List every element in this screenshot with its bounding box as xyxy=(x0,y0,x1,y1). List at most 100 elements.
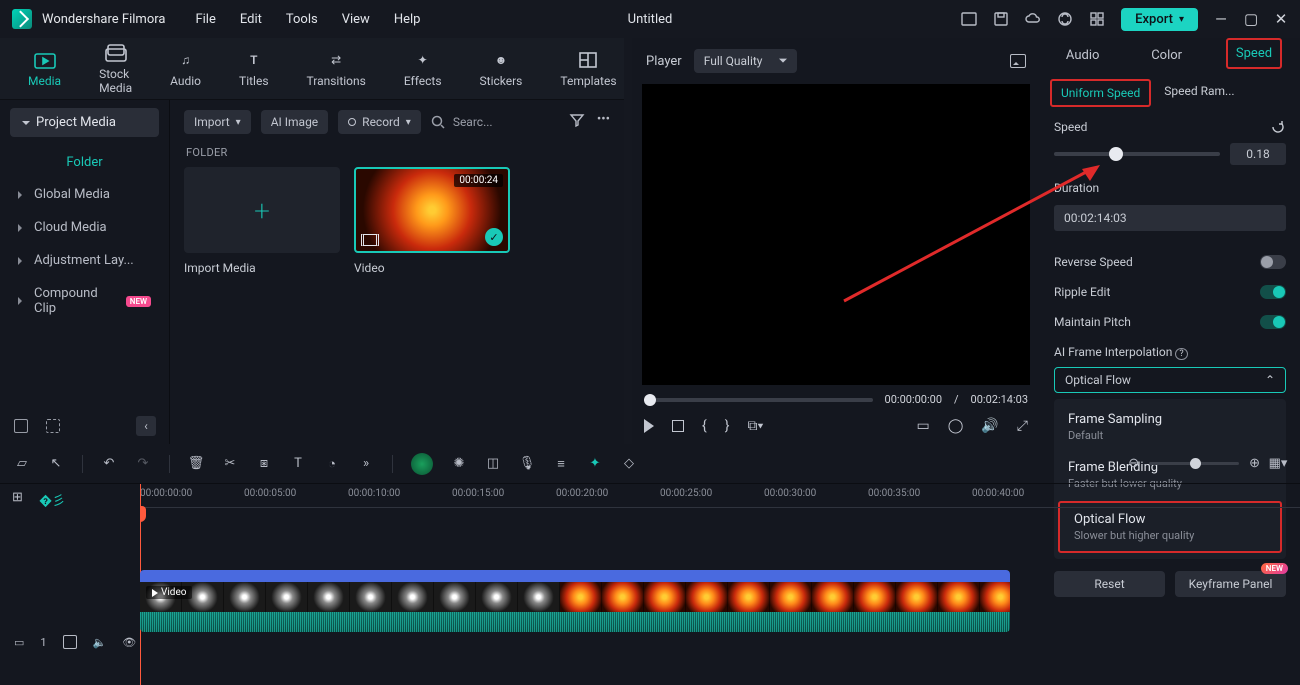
crop-tool-icon[interactable]: ⧆ xyxy=(256,456,272,472)
redo-icon[interactable]: ↷ xyxy=(135,456,151,472)
tab-media[interactable]: Media xyxy=(28,50,61,88)
marker-tool-icon[interactable]: ✦ xyxy=(587,456,603,472)
panel-tab-speed[interactable]: Speed xyxy=(1226,38,1282,69)
new-bin-icon[interactable] xyxy=(46,419,60,433)
sidebar-compound-clip[interactable]: Compound ClipNEW xyxy=(0,277,169,325)
collapse-sidebar[interactable]: ‹ xyxy=(136,416,156,436)
speed-ramp-tab[interactable]: Speed Ram... xyxy=(1155,79,1243,107)
menu-tools[interactable]: Tools xyxy=(286,12,318,27)
pitch-toggle[interactable] xyxy=(1260,315,1286,329)
menu-file[interactable]: File xyxy=(195,12,215,27)
zoom-in-icon[interactable]: ⊕ xyxy=(1249,456,1260,471)
select-tool-icon[interactable]: ↖ xyxy=(48,456,64,472)
window-close[interactable]: ✕ xyxy=(1274,10,1288,28)
snapshot-icon[interactable] xyxy=(1010,54,1026,68)
play-button[interactable] xyxy=(644,419,654,433)
document-title: Untitled xyxy=(628,12,673,27)
mask-tool-icon[interactable]: ◫ xyxy=(485,456,501,472)
audio-tool-icon[interactable]: 🎙 xyxy=(519,456,535,472)
menu-help[interactable]: Help xyxy=(394,12,421,27)
tab-stickers[interactable]: ☻Stickers xyxy=(480,50,523,88)
speed-value[interactable]: 0.18 xyxy=(1230,143,1286,165)
volume-icon[interactable]: 🔊 xyxy=(981,418,998,434)
speed-slider[interactable] xyxy=(1054,152,1220,156)
tab-titles[interactable]: TTitles xyxy=(239,50,268,88)
playback-scrubber[interactable] xyxy=(644,398,873,402)
support-icon[interactable] xyxy=(1057,11,1073,27)
used-check-icon: ✓ xyxy=(485,228,503,246)
undo-icon[interactable]: ↶ xyxy=(101,456,117,472)
tab-stock-media[interactable]: Stock Media xyxy=(99,43,132,95)
ai-image-button[interactable]: AI Image xyxy=(261,110,328,134)
camera-icon[interactable]: ◯ xyxy=(948,418,964,434)
export-button[interactable]: Export▾ xyxy=(1121,8,1198,31)
sidebar-global-media[interactable]: Global Media xyxy=(0,178,169,211)
mark-in-icon[interactable]: { xyxy=(702,418,707,434)
reverse-toggle[interactable] xyxy=(1260,255,1286,269)
crop-icon[interactable]: ⧉▾ xyxy=(748,418,764,434)
timeline-panel: ▱ ↖ ↶ ↷ 🗑 ✂ ⧆ T ◔ » ✺ ◫ 🎙 ≡ ✦ ◇ ⊖ ⊕ ▦▾ ⊞… xyxy=(0,444,1300,685)
ripple-toggle[interactable] xyxy=(1260,285,1286,299)
layout-icon[interactable] xyxy=(961,11,977,27)
interp-dropdown[interactable]: Optical Flow⌃ xyxy=(1054,367,1286,393)
tab-effects[interactable]: ✦Effects xyxy=(404,50,442,88)
add-track-icon[interactable]: ⊞ xyxy=(12,490,23,509)
speed-tool-icon[interactable]: ◔ xyxy=(324,456,340,472)
zoom-out-icon[interactable]: ⊖ xyxy=(1128,456,1139,471)
fullscreen-icon[interactable]: ⤢ xyxy=(1017,418,1028,434)
pointer-tool-icon[interactable]: ▱ xyxy=(14,456,30,472)
align-tool-icon[interactable]: ≡ xyxy=(553,456,569,472)
reset-speed-icon[interactable] xyxy=(1270,119,1286,135)
tab-audio[interactable]: ♫Audio xyxy=(170,50,201,88)
track-visibility-icon[interactable]: 👁 xyxy=(122,636,136,649)
preview-viewport[interactable] xyxy=(642,84,1030,385)
cloud-icon[interactable] xyxy=(1025,11,1041,27)
color-tool-icon[interactable]: ✺ xyxy=(451,456,467,472)
video-thumbnail[interactable]: 00:00:24 ✓ xyxy=(354,167,510,253)
link-icon[interactable]: �彡 xyxy=(39,490,65,509)
sidebar-adjustment-layer[interactable]: Adjustment Lay... xyxy=(0,244,169,277)
speed-label: Speed xyxy=(1054,120,1087,134)
project-media-dropdown[interactable]: Project Media xyxy=(10,108,159,137)
menu-view[interactable]: View xyxy=(342,12,370,27)
window-maximize[interactable]: ▢ xyxy=(1244,10,1258,28)
track-video-icon[interactable]: ▭ xyxy=(14,636,24,649)
mark-out-icon[interactable]: } xyxy=(725,418,730,434)
more-icon[interactable]: ••• xyxy=(597,112,610,132)
apps-icon[interactable] xyxy=(1089,11,1105,27)
view-mode-icon[interactable]: ▦▾ xyxy=(1270,456,1286,472)
delete-icon[interactable]: 🗑 xyxy=(188,456,204,472)
sidebar-cloud-media[interactable]: Cloud Media xyxy=(0,211,169,244)
keyframe-tool-icon[interactable]: ◇ xyxy=(621,456,637,472)
tab-templates[interactable]: Templates xyxy=(560,50,616,88)
window-minimize[interactable]: — xyxy=(1214,10,1228,28)
new-folder-icon[interactable] xyxy=(14,419,28,433)
folder-selected[interactable]: Folder xyxy=(0,145,169,178)
track-lock-icon[interactable] xyxy=(63,635,77,649)
import-dropdown[interactable]: Import▾ xyxy=(184,110,251,134)
split-icon[interactable]: ✂ xyxy=(222,456,238,472)
panel-tab-color[interactable]: Color xyxy=(1143,42,1190,69)
ai-tool-icon[interactable] xyxy=(411,453,433,475)
track-mute-icon[interactable]: 🔈 xyxy=(93,636,107,649)
import-media-tile[interactable]: + xyxy=(184,167,340,253)
record-dropdown[interactable]: Record▾ xyxy=(338,110,421,134)
sidebar-footer: ‹ xyxy=(0,408,170,444)
time-ruler[interactable]: 00:00:00:00 00:00:05:00 00:00:10:00 00:0… xyxy=(140,484,1300,508)
search-input[interactable]: Searc... xyxy=(431,115,493,129)
video-clip[interactable]: Video xyxy=(140,570,1010,632)
zoom-slider[interactable] xyxy=(1149,462,1239,465)
more-tools-icon[interactable]: » xyxy=(358,456,374,472)
duration-value[interactable]: 00:02:14:03 xyxy=(1054,205,1286,231)
stop-button[interactable] xyxy=(672,420,684,432)
save-icon[interactable] xyxy=(993,11,1009,27)
panel-tab-audio[interactable]: Audio xyxy=(1058,42,1107,69)
tab-transitions[interactable]: ⇄Transitions xyxy=(307,50,366,88)
filter-icon[interactable] xyxy=(569,112,585,132)
text-tool-icon[interactable]: T xyxy=(290,456,306,472)
display-icon[interactable]: ▭ xyxy=(916,418,929,434)
timeline-tracks[interactable]: 00:00:00:00 00:00:05:00 00:00:10:00 00:0… xyxy=(140,484,1300,685)
menu-edit[interactable]: Edit xyxy=(240,12,262,27)
uniform-speed-tab[interactable]: Uniform Speed xyxy=(1050,79,1151,107)
quality-select[interactable]: Full Quality xyxy=(694,49,797,73)
